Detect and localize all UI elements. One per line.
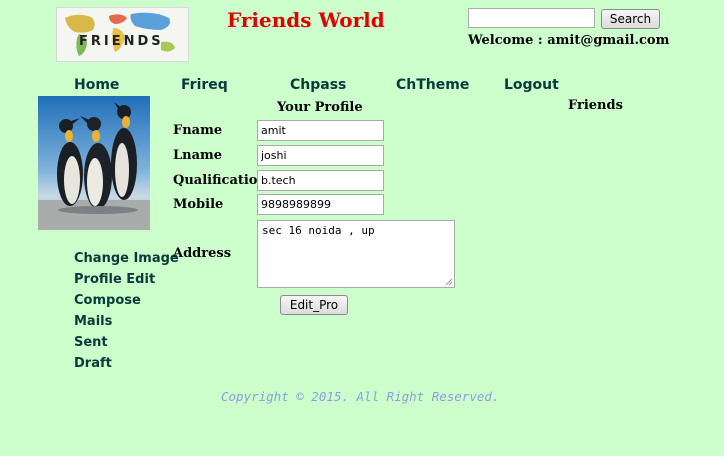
sidebar-sent[interactable]: Sent [74,335,108,350]
lname-label: Lname [173,148,223,163]
sidebar-profile-edit[interactable]: Profile Edit [74,272,155,287]
address-field[interactable]: sec 16 noida , up [257,220,455,288]
sidebar-mails[interactable]: Mails [74,314,112,329]
nav-chpass[interactable]: Chpass [290,77,346,93]
address-label: Address [173,246,232,261]
nav-frireq[interactable]: Frireq [181,77,228,93]
mobile-label: Mobile [173,197,224,212]
mobile-field[interactable] [257,194,384,215]
sidebar-draft[interactable]: Draft [74,356,112,371]
logo-wordmark: FRIENDS [79,34,164,49]
nav-logout[interactable]: Logout [504,77,559,93]
lname-field[interactable] [257,145,384,166]
nav-home[interactable]: Home [74,77,119,93]
resize-grip-icon[interactable] [444,277,453,286]
sidebar-compose[interactable]: Compose [74,293,141,308]
profile-avatar [38,96,150,230]
welcome-text: Welcome : amit@gmail.com [468,33,670,48]
site-logo: FRIENDS [56,7,189,62]
edit-profile-button[interactable]: Edit_Pro [280,295,348,315]
search-button[interactable]: Search [601,9,660,29]
fname-field[interactable] [257,120,384,141]
fname-label: Fname [173,123,223,138]
copyright-text: Copyright © 2015. All Right Reserved. [221,389,500,404]
sidebar-change-image[interactable]: Change Image [74,251,179,266]
site-title: Friends World [227,8,385,32]
search-input[interactable] [468,8,595,28]
nav-chtheme[interactable]: ChTheme [396,77,469,93]
qualification-field[interactable] [257,170,384,191]
qualification-label: Qualification [173,173,267,188]
friends-heading: Friends [568,98,623,113]
profile-heading: Your Profile [277,100,363,115]
